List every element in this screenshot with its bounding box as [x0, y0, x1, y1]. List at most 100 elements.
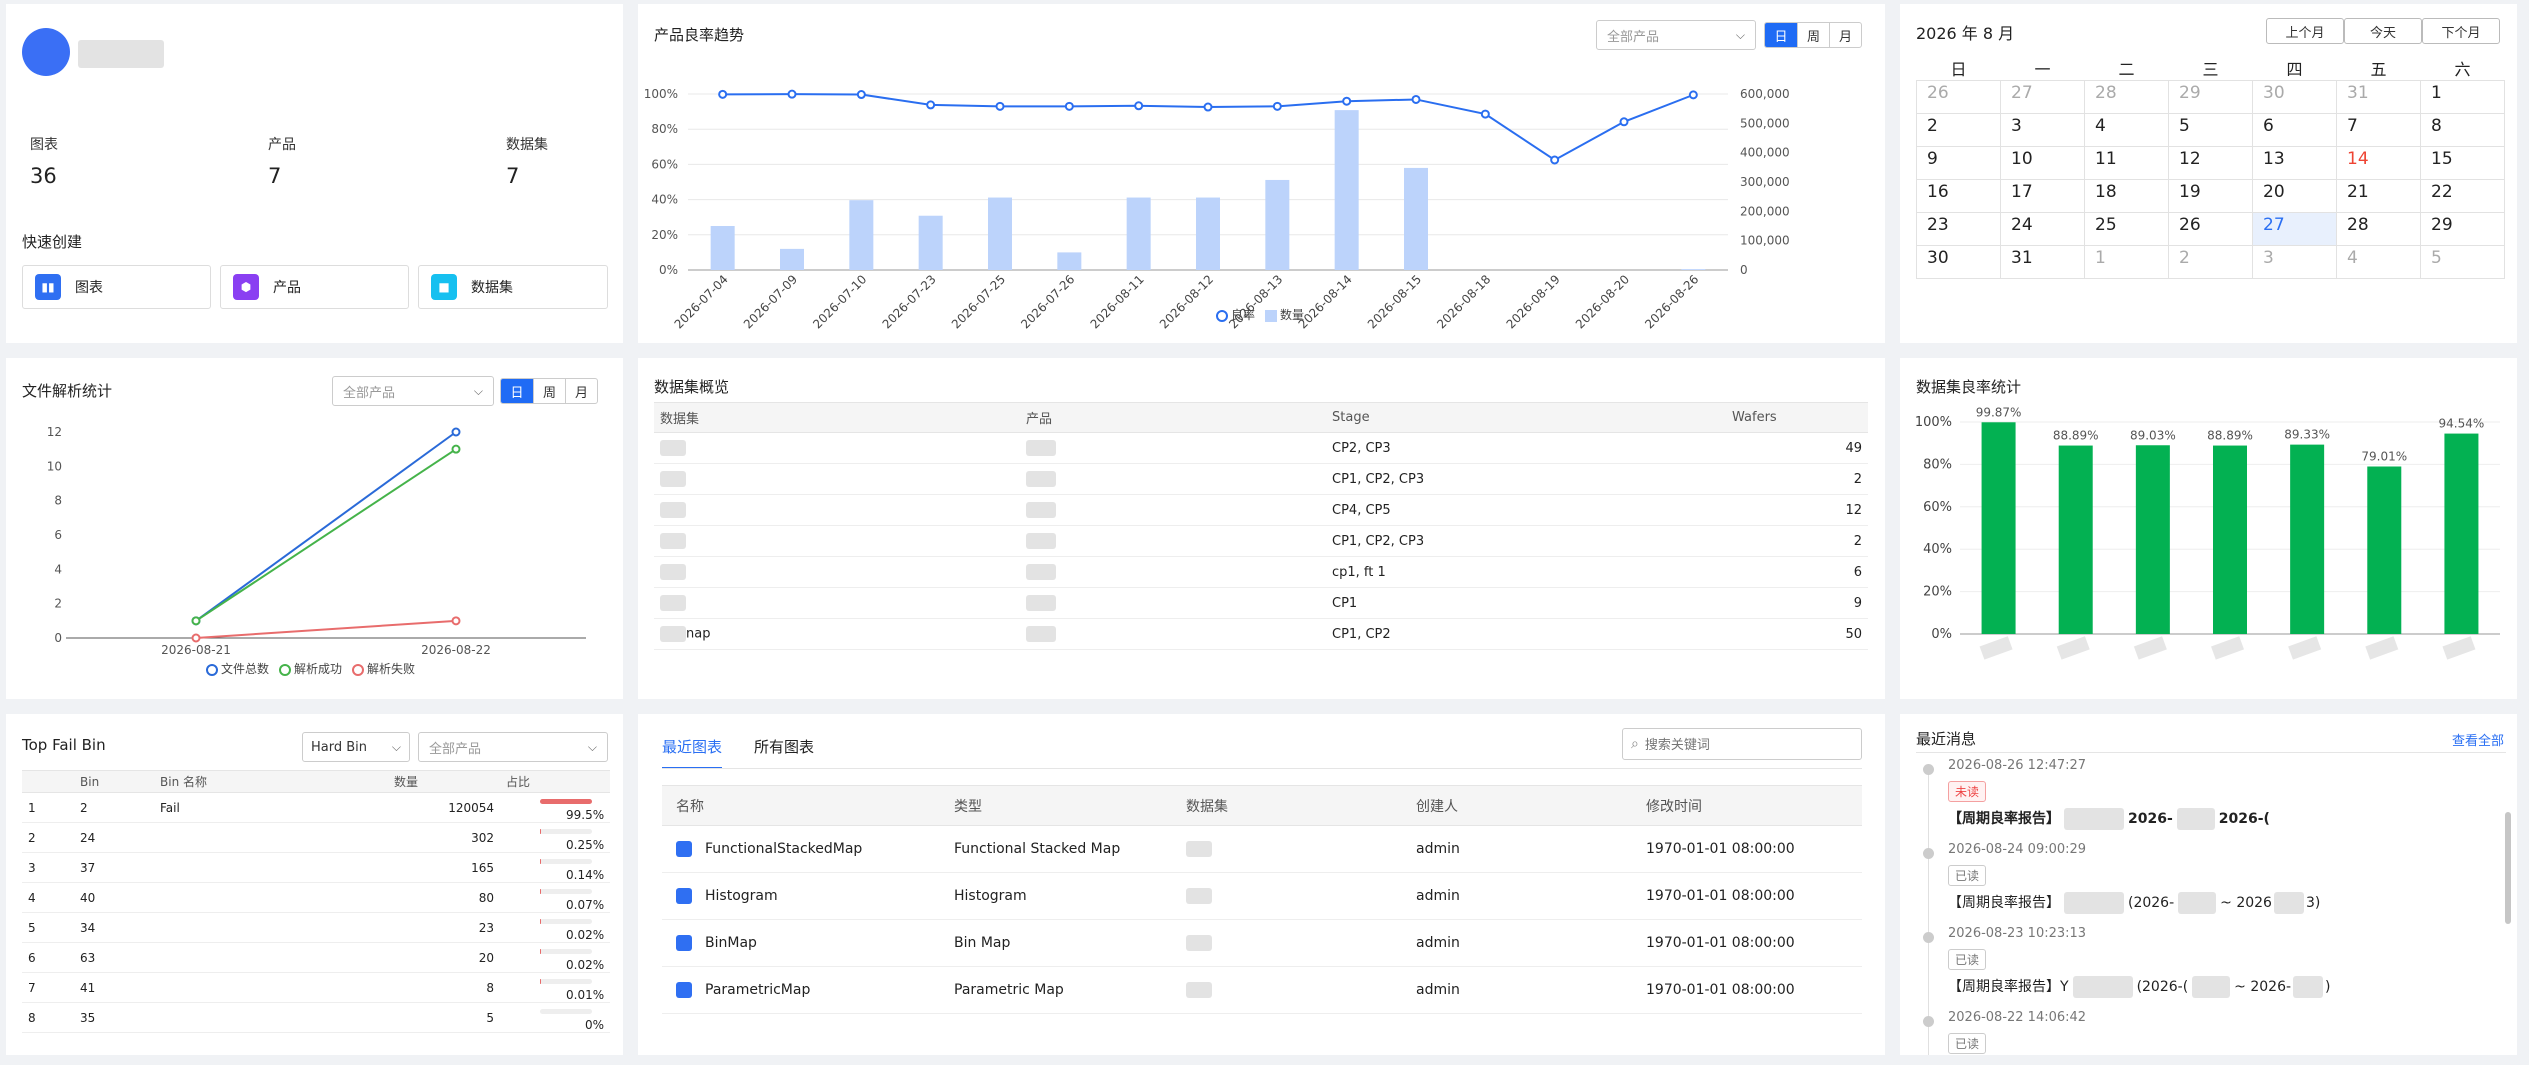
calendar-day[interactable]: 1: [2084, 245, 2169, 279]
table-header[interactable]: Stage: [1326, 402, 1726, 433]
calendar-day[interactable]: 31: [2336, 80, 2421, 114]
table-row[interactable]: CP2, CP3 49: [654, 432, 1868, 464]
calendar-day[interactable]: 21: [2336, 179, 2421, 213]
chart-name-cell[interactable]: ParametricMap: [662, 966, 940, 1014]
calendar-day[interactable]: 19: [2168, 179, 2253, 213]
quantity-bar[interactable]: [1265, 179, 1290, 270]
series-point[interactable]: [451, 444, 461, 454]
legend-quantity[interactable]: 数量: [1265, 306, 1304, 323]
calendar-day[interactable]: 22: [2420, 179, 2505, 213]
yield-point[interactable]: [995, 101, 1005, 111]
table-row[interactable]: 8 35 5 0%: [22, 1002, 610, 1033]
calendar-day[interactable]: 7: [2336, 113, 2421, 147]
bin-type-select[interactable]: Hard Bin ⌵: [302, 732, 410, 762]
yield-bar[interactable]: [2444, 433, 2479, 634]
chart-name-cell[interactable]: Histogram: [662, 872, 940, 920]
yield-point[interactable]: [1134, 101, 1144, 111]
series-point[interactable]: [191, 633, 201, 643]
calendar-day[interactable]: 27: [2252, 212, 2337, 246]
table-header[interactable]: Bin: [74, 770, 154, 793]
table-header[interactable]: 数据集: [1172, 785, 1402, 826]
table-row[interactable]: CP4, CP5 12: [654, 494, 1868, 526]
quantity-bar[interactable]: [1126, 197, 1151, 270]
yield-point[interactable]: [856, 90, 866, 100]
calendar-day[interactable]: 30: [1916, 245, 2001, 279]
message-item[interactable]: 2026-08-24 09:00:29 已读 【周期良率报告】 (2026- ~ 202…: [1948, 842, 2448, 914]
yield-point[interactable]: [1550, 155, 1560, 165]
yield-bar[interactable]: [2058, 445, 2093, 634]
calendar-day[interactable]: 28: [2336, 212, 2421, 246]
table-header[interactable]: 数量: [388, 770, 500, 793]
table-row[interactable]: CP1, CP2, CP3 2: [654, 525, 1868, 557]
table-row[interactable]: nap CP1, CP2 50: [654, 618, 1868, 650]
today-button[interactable]: 今天: [2344, 18, 2422, 44]
yield-point[interactable]: [1411, 94, 1421, 104]
yield-point[interactable]: [1342, 96, 1352, 106]
calendar-day[interactable]: 10: [2000, 146, 2085, 180]
calendar-day[interactable]: 3: [2252, 245, 2337, 279]
calendar-day[interactable]: 30: [2252, 80, 2337, 114]
calendar-day[interactable]: 4: [2336, 245, 2421, 279]
table-row[interactable]: 2 24 302 0.25%: [22, 822, 610, 853]
calendar-day[interactable]: 9: [1916, 146, 2001, 180]
chart-name-cell[interactable]: BinMap: [662, 919, 940, 967]
quantity-bar[interactable]: [849, 200, 874, 270]
calendar-day[interactable]: 5: [2420, 245, 2505, 279]
table-row[interactable]: 4 40 80 0.07%: [22, 882, 610, 913]
quantity-bar[interactable]: [1196, 197, 1220, 270]
calendar-day[interactable]: 15: [2420, 146, 2505, 180]
table-header[interactable]: Bin 名称: [154, 770, 388, 793]
calendar-day[interactable]: 6: [2252, 113, 2337, 147]
calendar-day[interactable]: 12: [2168, 146, 2253, 180]
chart-name-cell[interactable]: FunctionalStackedMap: [662, 825, 940, 873]
toggle-week[interactable]: 周: [533, 379, 565, 403]
quantity-bar[interactable]: [1057, 252, 1082, 270]
table-header[interactable]: 名称: [662, 785, 940, 826]
create-chart-button[interactable]: ▮▮ 图表: [22, 265, 211, 309]
view-all-link[interactable]: 查看全部: [2452, 730, 2504, 749]
quantity-bar[interactable]: [988, 197, 1012, 270]
calendar-day[interactable]: 25: [2084, 212, 2169, 246]
calendar-day[interactable]: 1: [2420, 80, 2505, 114]
next-month-button[interactable]: 下个月: [2422, 18, 2500, 44]
table-row[interactable]: cp1, ft 16: [654, 556, 1868, 588]
calendar-day[interactable]: 16: [1916, 179, 2001, 213]
calendar-day[interactable]: 20: [2252, 179, 2337, 213]
tab-recent-charts[interactable]: 最近图表: [662, 736, 723, 769]
calendar-day[interactable]: 29: [2168, 80, 2253, 114]
chart-search-box[interactable]: ⌕: [1622, 728, 1862, 760]
yield-point[interactable]: [926, 100, 936, 110]
calendar-day[interactable]: 5: [2168, 113, 2253, 147]
calendar-day[interactable]: 24: [2000, 212, 2085, 246]
calendar-day[interactable]: 23: [1916, 212, 2001, 246]
legend-yield[interactable]: 良率: [1216, 306, 1255, 323]
calendar-day[interactable]: 27: [2000, 80, 2085, 114]
yield-bar[interactable]: [2213, 445, 2247, 634]
table-row[interactable]: CP1, CP2, CP3 2: [654, 463, 1868, 495]
create-dataset-button[interactable]: ■ 数据集: [418, 265, 608, 309]
yield-bar[interactable]: [2135, 445, 2170, 634]
calendar-day[interactable]: 14: [2336, 146, 2421, 180]
calendar-day[interactable]: 29: [2420, 212, 2505, 246]
legend-total[interactable]: 文件总数: [206, 660, 269, 677]
table-row[interactable]: 5 34 23 0.02%: [22, 912, 610, 943]
yield-point[interactable]: [787, 89, 797, 99]
calendar-day[interactable]: 31: [2000, 245, 2085, 279]
calendar-day[interactable]: 26: [1916, 80, 2001, 114]
quantity-bar[interactable]: [780, 248, 804, 270]
quantity-bar[interactable]: [1404, 167, 1428, 270]
yield-bar[interactable]: [2290, 444, 2325, 634]
table-row[interactable]: BinMap Bin Map admin 1970-01-01 08:00:00: [662, 919, 1862, 967]
table-header[interactable]: Wafers: [1726, 402, 1868, 433]
table-header[interactable]: 类型: [940, 785, 1172, 826]
yield-point[interactable]: [1480, 109, 1490, 119]
quantity-bar[interactable]: [710, 226, 735, 270]
yield-point[interactable]: [1203, 102, 1213, 112]
toggle-month[interactable]: 月: [565, 379, 597, 403]
table-row[interactable]: ParametricMap Parametric Map admin 1970-01-…: [662, 966, 1862, 1014]
calendar-day[interactable]: 13: [2252, 146, 2337, 180]
create-product-button[interactable]: ⬢ 产品: [220, 265, 409, 309]
message-item[interactable]: 2026-08-23 10:23:13 已读 【周期良率报告】Y (2026-(~ 2…: [1948, 926, 2448, 998]
table-header[interactable]: 创建人: [1402, 785, 1632, 826]
calendar-day[interactable]: 2: [2168, 245, 2253, 279]
